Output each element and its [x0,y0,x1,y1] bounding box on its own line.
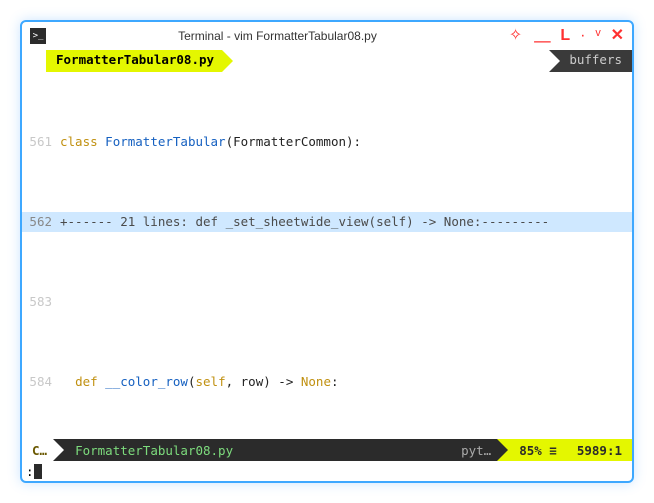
status-filetype: pyt… [451,439,497,461]
fold-text: +------ 21 lines: def _set_sheetwide_vie… [60,212,632,232]
cursor-icon [34,464,42,479]
move-icon[interactable]: ✧ [509,28,524,44]
line-number: 562 [22,212,60,232]
editor-pane[interactable]: 561 class FormatterTabular(FormatterComm… [22,72,632,439]
status-bar: C… FormatterTabular08.py pyt… 85% ≡ 5989… [22,439,632,461]
code-line: 561 class FormatterTabular(FormatterComm… [22,132,632,152]
line-number: 584 [22,372,60,392]
terminal-app-icon: >_ [30,28,46,44]
code-line: 583 [22,292,632,312]
window-title: Terminal - vim FormatterTabular08.py [54,29,501,43]
line-number: 561 [22,132,60,152]
dot-icon: · [580,28,585,44]
buffer-tabbar: FormatterTabular08.py buffers [22,50,632,72]
maximize-button[interactable]: L [560,28,570,44]
titlebar: >_ Terminal - vim FormatterTabular08.py … [22,22,632,50]
terminal-window: >_ Terminal - vim FormatterTabular08.py … [20,20,634,483]
minimize-button[interactable]: ＿ [534,28,550,44]
code-line: 584 def __color_row(self, row) -> None: [22,372,632,392]
status-position: 5989: 1 [567,439,632,461]
window-controls: ✧ ＿ L · ᵛ ✕ [509,28,624,44]
tab-buffers[interactable]: buffers [549,50,632,72]
command-line[interactable]: : [22,461,632,481]
fold-line[interactable]: 562 +------ 21 lines: def _set_sheetwide… [22,212,632,232]
tab-active[interactable]: FormatterTabular08.py [46,50,222,72]
status-filename: FormatterTabular08.py [53,439,451,461]
close-button[interactable]: ✕ [611,28,624,44]
status-mode: C… [22,439,53,461]
line-number: 583 [22,292,60,312]
cmd-prompt: : [26,464,34,479]
dropdown-button[interactable]: ᵛ [595,28,600,44]
